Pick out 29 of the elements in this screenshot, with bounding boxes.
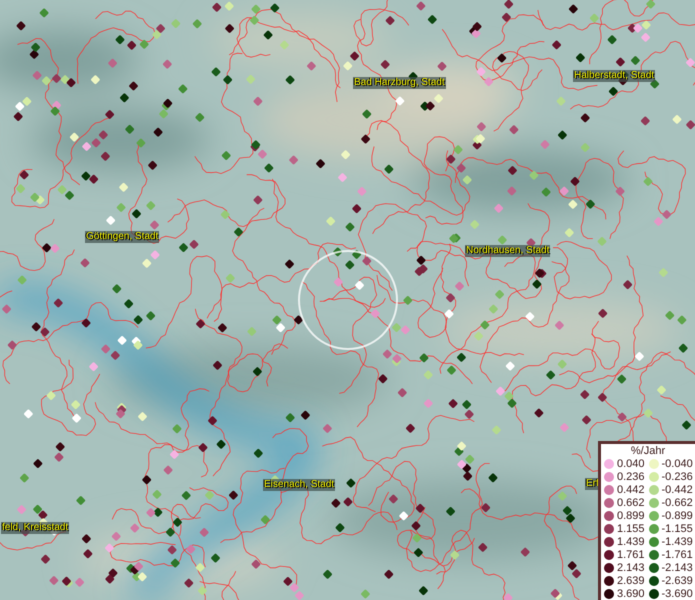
legend-label: 0.899 [617,510,645,522]
legend-label: -0.442 [662,484,693,496]
legend-label: -1.439 [662,536,693,548]
legend-label: -0.040 [662,458,693,470]
legend-label: -1.761 [662,548,693,560]
legend-label: 3.690 [617,588,645,600]
legend-label: 1.439 [617,536,645,548]
legend-label: -2.143 [662,562,693,574]
place-label: Nordhausen, Stadt [465,245,550,257]
legend-label: 2.639 [617,574,645,586]
legend-label: -0.236 [662,470,693,482]
legend-label: 0.236 [617,470,645,482]
legend-label: 1.155 [617,522,645,534]
legend-label: 2.143 [617,562,645,574]
place-label: Eisenach, Stadt [263,479,336,491]
legend-label: -0.662 [662,496,693,508]
legend-label: -2.639 [662,574,693,586]
legend-label: -0.899 [662,510,693,522]
legend-label: -1.155 [662,522,693,534]
place-label: Halberstadt, Stadt [573,70,656,82]
legend-label: -3.690 [662,588,693,600]
legend-label: 0.442 [617,484,645,496]
legend-title: %/Jahr [630,445,666,457]
legend-label: 0.040 [617,458,645,470]
legend-label: 0.662 [617,496,645,508]
place-label: Bad Harzburg, Stadt [353,77,446,89]
place-label: Göttingen, Stadt [85,231,160,243]
place-label: feld, Kreisstadt [1,522,70,534]
legend-label: 1.761 [617,548,645,560]
